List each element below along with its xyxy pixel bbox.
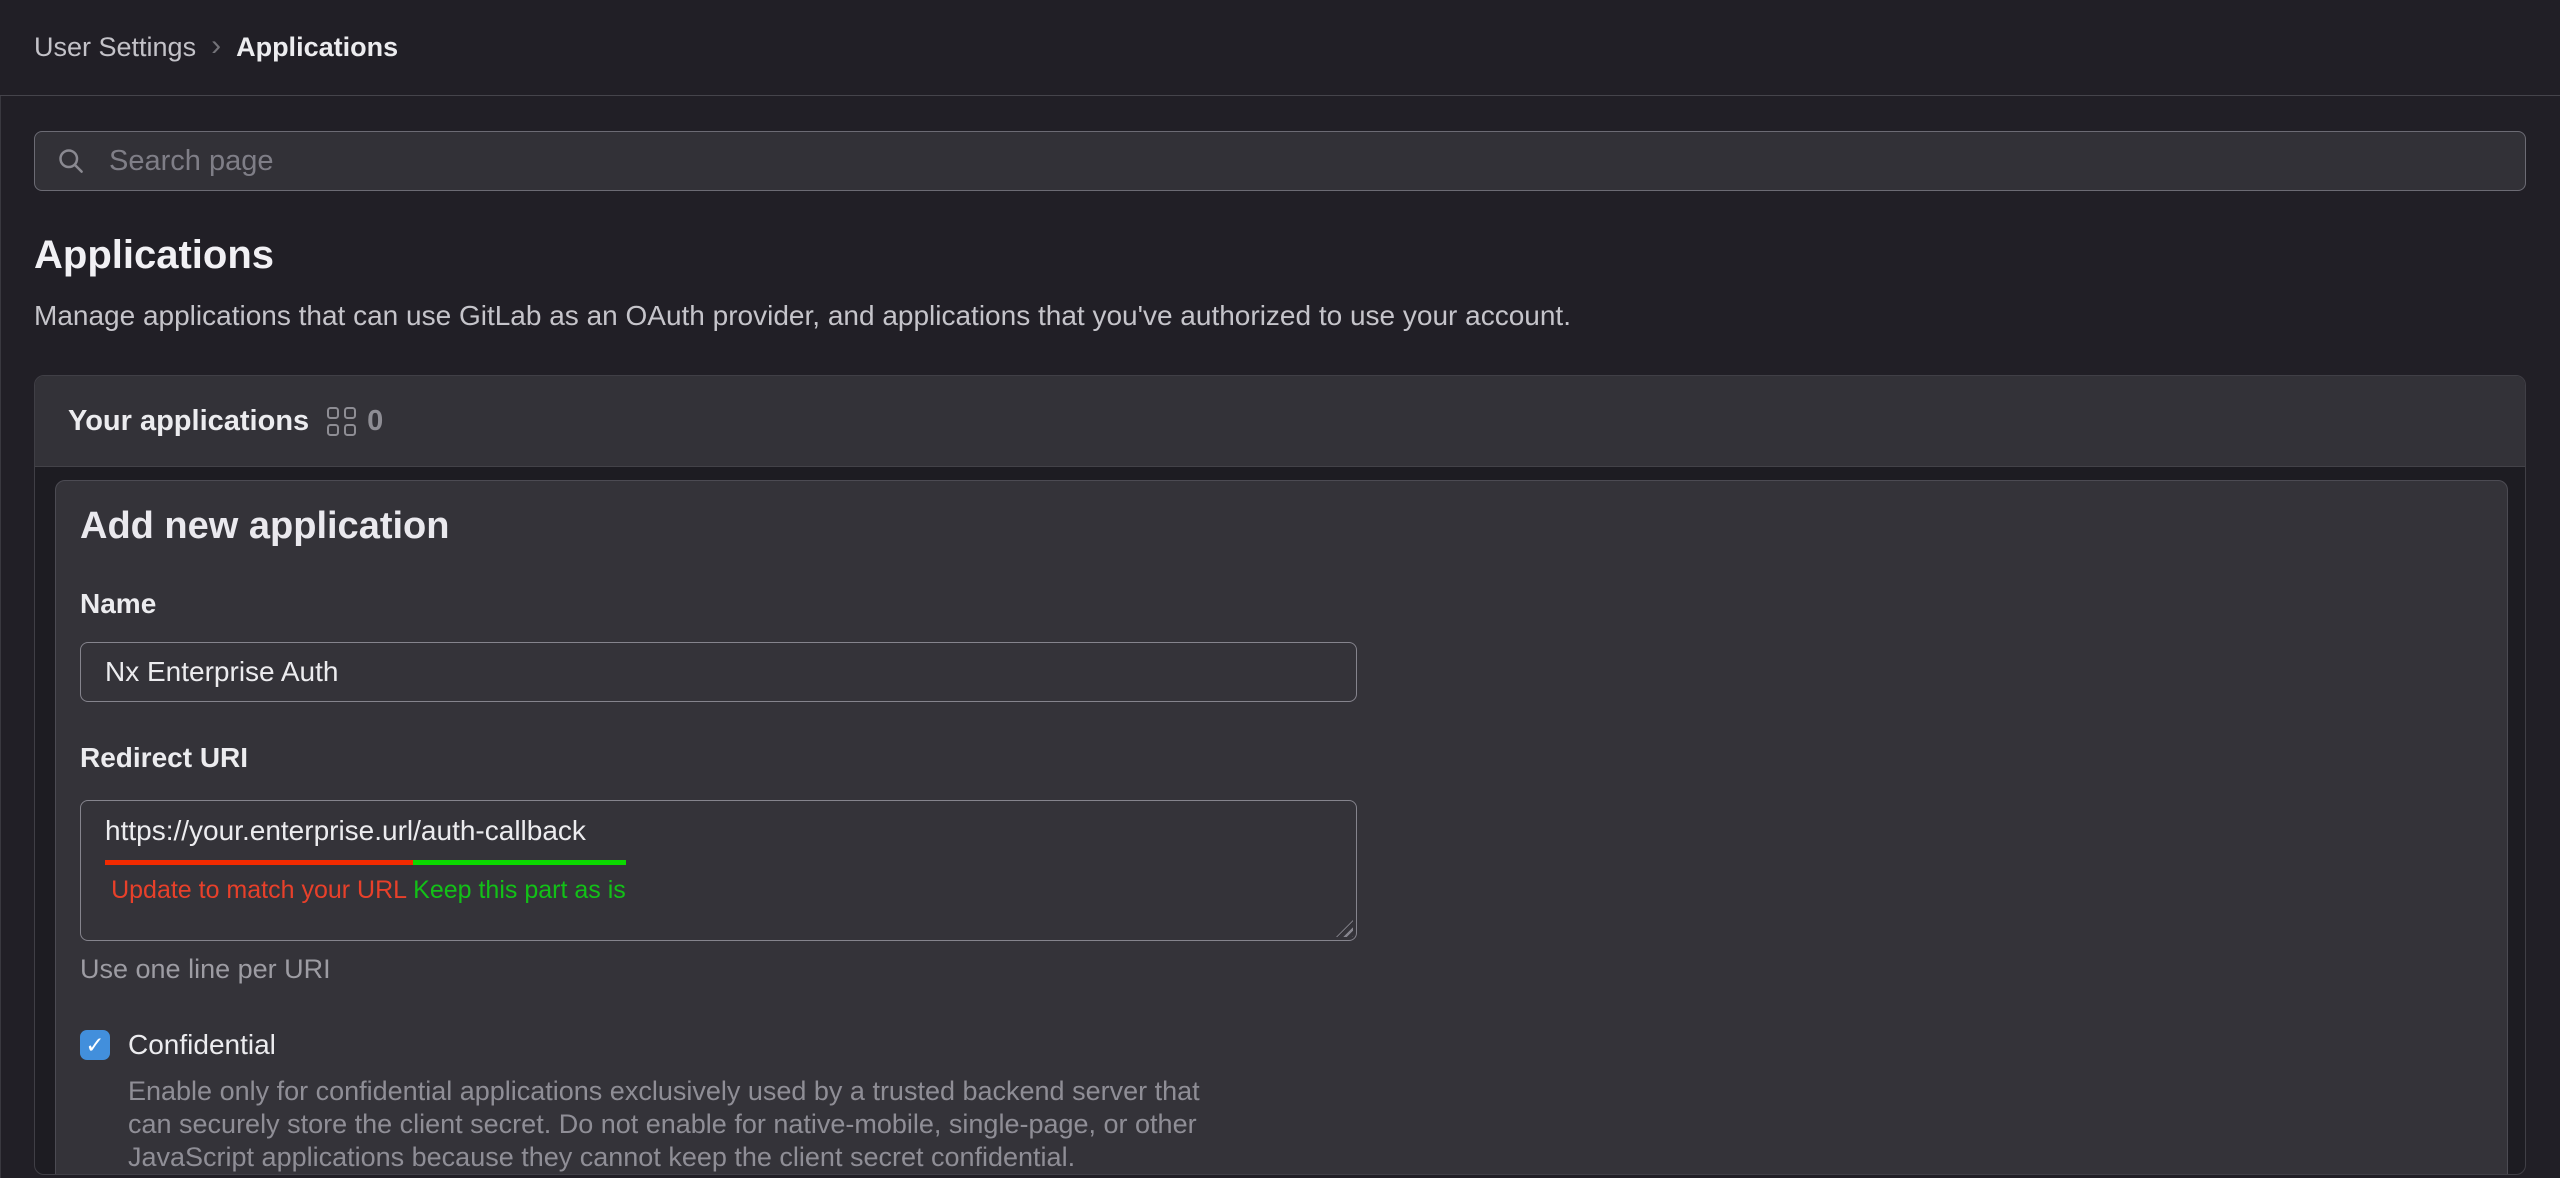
page-description: Manage applications that can use GitLab …	[34, 300, 2526, 332]
breadcrumb-applications: Applications	[236, 32, 398, 63]
your-applications-title: Your applications	[68, 405, 309, 438]
confidential-description-line: Enable only for confidential application…	[128, 1075, 2481, 1108]
chevron-right-icon: ›	[211, 31, 221, 65]
redirect-uri-textarea[interactable]: https://your.enterprise.url /auth-callba…	[80, 800, 1357, 941]
add-application-card: Add new application Name Redirect URI ht…	[55, 480, 2508, 1175]
confidential-description-line: can securely store the client secret. Do…	[128, 1108, 2481, 1141]
confidential-description-line: JavaScript applications because they can…	[128, 1141, 2481, 1174]
annotation-green-label: Keep this part as is	[413, 876, 626, 905]
breadcrumb: User Settings › Applications	[34, 31, 398, 65]
page-title: Applications	[34, 233, 2526, 278]
redirect-uri-annotated-value: https://your.enterprise.url /auth-callba…	[105, 815, 626, 905]
search-input[interactable]	[34, 131, 2526, 191]
your-applications-card: Your applications 0 Add new application …	[34, 375, 2526, 1175]
checkbox-check-icon: ✓	[85, 1034, 104, 1057]
redirect-uri-hint: Use one line per URI	[80, 954, 2481, 985]
name-input[interactable]	[80, 642, 1357, 702]
confidential-checkbox[interactable]: ✓	[80, 1030, 110, 1060]
redirect-uri-label: Redirect URI	[80, 742, 2481, 774]
name-label: Name	[80, 588, 2481, 620]
breadcrumb-user-settings[interactable]: User Settings	[34, 32, 196, 63]
redirect-uri-path-text: /auth-callback	[413, 815, 626, 847]
resize-handle-icon[interactable]	[1336, 920, 1353, 937]
annotation-red-label: Update to match your URL	[105, 876, 413, 905]
applications-grid-icon	[327, 407, 356, 436]
left-edge-divider	[0, 96, 1, 1178]
redirect-uri-base-text: https://your.enterprise.url	[105, 815, 413, 847]
add-application-title: Add new application	[80, 505, 2481, 548]
your-applications-header: Your applications 0	[35, 376, 2525, 467]
applications-count-badge: 0	[367, 405, 383, 438]
annotation-red-underline	[105, 860, 413, 865]
your-applications-body: Add new application Name Redirect URI ht…	[35, 467, 2525, 1175]
search-bar	[34, 131, 2526, 191]
annotation-green-underline	[413, 860, 626, 865]
confidential-label[interactable]: Confidential	[128, 1029, 276, 1061]
main-content: Applications Manage applications that ca…	[0, 131, 2560, 1175]
confidential-description: Enable only for confidential application…	[128, 1075, 2481, 1174]
confidential-checkbox-row: ✓ Confidential	[80, 1029, 2481, 1061]
top-bar: User Settings › Applications	[0, 0, 2560, 96]
